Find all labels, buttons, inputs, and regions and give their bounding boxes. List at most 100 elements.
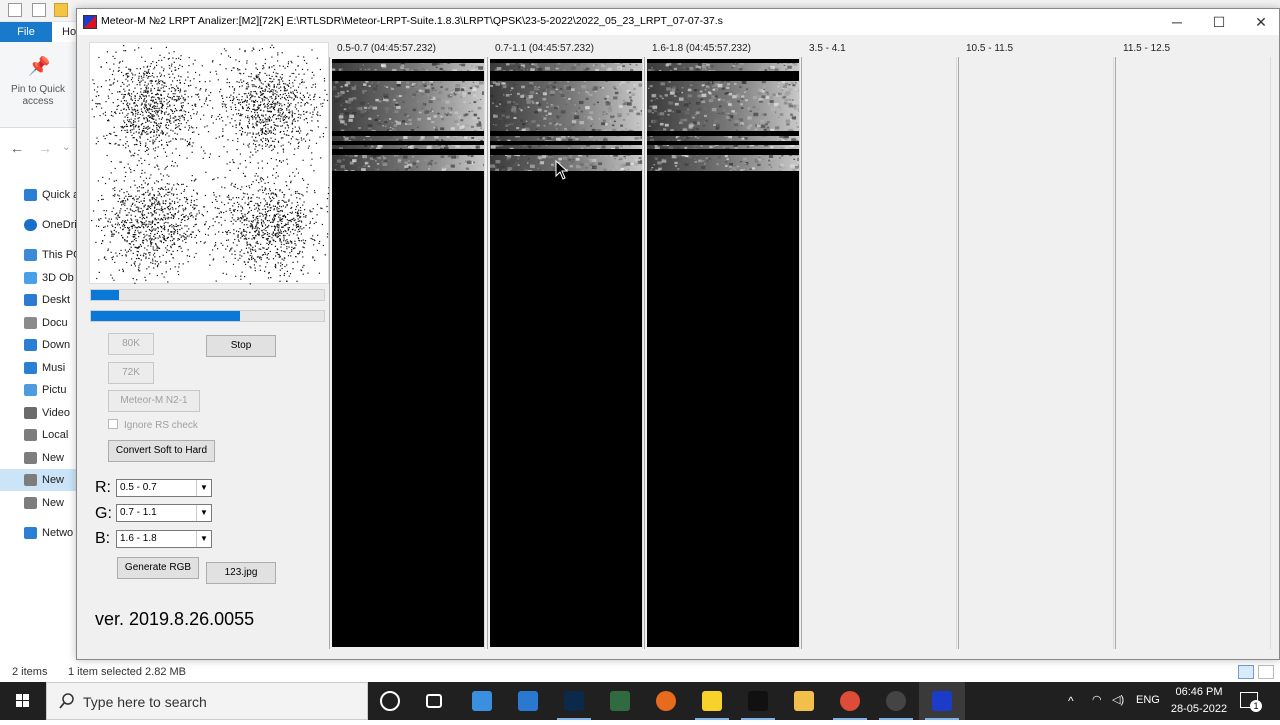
green-channel-select[interactable]: 0.7 - 1.1 ▼ <box>116 504 212 522</box>
dropdown-arrow-icon[interactable]: ▼ <box>196 505 211 521</box>
wifi-icon[interactable]: ◠ <box>1092 693 1102 706</box>
forward-arrow-icon[interactable]: → <box>38 140 52 156</box>
stop-button[interactable]: Stop <box>206 335 276 357</box>
checkbox-box[interactable] <box>108 419 118 429</box>
taskbar-app-app[interactable] <box>597 682 643 720</box>
nav-item[interactable]: New <box>0 469 76 491</box>
channel-panel-2: 0.7-1.1 (04:45:57.232) <box>487 43 643 651</box>
minimize-button[interactable]: ─ <box>1155 9 1199 35</box>
signal-progress-bar <box>90 289 325 301</box>
tray-chevron-up-icon[interactable]: ^ <box>1068 694 1074 708</box>
back-arrow-icon[interactable]: ← <box>10 140 24 156</box>
large-icons-view-icon[interactable] <box>1258 665 1274 679</box>
home-tab[interactable]: Ho <box>62 22 76 42</box>
network-icon <box>24 527 37 539</box>
taskbar-app-file-explorer[interactable] <box>781 682 827 720</box>
desktop-icon <box>24 294 37 306</box>
nav-item[interactable]: 3D Ob <box>0 267 76 289</box>
title-bar[interactable]: Meteor-M №2 LRPT Analizer:[M2][72K] E:\R… <box>77 9 1279 35</box>
dropdown-arrow-icon[interactable]: ▼ <box>196 531 211 547</box>
search-placeholder: Type here to search <box>83 694 207 710</box>
nav-item[interactable]: Docu <box>0 312 76 334</box>
nav-item-label: This PC <box>42 244 76 266</box>
green-channel-value: 0.7 - 1.1 <box>120 507 157 518</box>
taskbar-app-sticky-notes[interactable] <box>689 682 735 720</box>
start-button[interactable] <box>0 682 46 720</box>
file-progress-fill <box>91 311 240 321</box>
nav-item-label: Deskt <box>42 289 70 311</box>
red-channel-value: 0.5 - 0.7 <box>120 482 157 493</box>
taskbar-app-task-view[interactable] <box>413 682 459 720</box>
generate-rgb-button[interactable]: Generate RGB <box>117 557 199 579</box>
nav-item[interactable]: Quick a <box>0 184 76 206</box>
nav-item-label: Local <box>42 424 68 446</box>
taskbar-app-store[interactable] <box>459 682 505 720</box>
taskbar-search-box[interactable]: Type here to search <box>46 682 368 720</box>
volume-icon[interactable]: ◁) <box>1112 693 1124 706</box>
taskbar-app-analyzer[interactable] <box>919 682 965 720</box>
nav-item-label: New <box>42 447 64 469</box>
taskbar-app-terminal[interactable] <box>735 682 781 720</box>
nav-item-label: OneDri <box>42 214 76 236</box>
taskbar-app-photoshop[interactable] <box>551 682 597 720</box>
checkmark-icon[interactable] <box>32 3 46 17</box>
red-channel-select[interactable]: 0.5 - 0.7 ▼ <box>116 479 212 497</box>
satellite-image-strip <box>647 59 799 647</box>
nav-item[interactable]: Down <box>0 334 76 356</box>
document-icon <box>24 317 37 329</box>
signal-progress-fill <box>91 290 119 300</box>
close-button[interactable]: ✕ <box>1239 9 1280 35</box>
nav-item[interactable]: Netwo <box>0 522 76 544</box>
channel-panel-1: 0.5-0.7 (04:45:57.232) <box>329 43 485 651</box>
nav-item[interactable]: Pictu <box>0 379 76 401</box>
channel-panel-3: 1.6-1.8 (04:45:57.232) <box>644 43 800 651</box>
nav-item[interactable]: Musi <box>0 357 76 379</box>
nav-item[interactable]: New <box>0 492 76 514</box>
channel-image <box>490 59 642 647</box>
task-view-icon <box>426 694 442 708</box>
output-filename-button[interactable]: 123.jpg <box>206 562 276 584</box>
channel-frame <box>801 57 957 649</box>
chevron-down-icon[interactable]: ⌄ <box>62 142 70 153</box>
dropdown-arrow-icon[interactable]: ▼ <box>196 480 211 496</box>
72k-button[interactable]: 72K <box>108 362 154 384</box>
cloud-icon <box>24 219 37 231</box>
nav-item[interactable]: New <box>0 447 76 469</box>
taskbar-app-chrome[interactable] <box>827 682 873 720</box>
blue-channel-select[interactable]: 1.6 - 1.8 ▼ <box>116 530 212 548</box>
nav-item-label: New <box>42 469 64 491</box>
80k-button[interactable]: 80K <box>108 333 154 355</box>
drive-icon <box>24 474 37 486</box>
channel-title: 0.5-0.7 (04:45:57.232) <box>337 43 436 54</box>
drive-icon <box>24 497 37 509</box>
details-view-icon[interactable] <box>1238 665 1254 679</box>
taskbar-app-firefox[interactable] <box>643 682 689 720</box>
nav-item-label: 3D Ob <box>42 267 74 289</box>
nav-item[interactable]: This PC <box>0 244 76 266</box>
constellation-scatter <box>90 43 330 285</box>
channel-panel-6: 11.5 - 12.5 <box>1115 43 1271 651</box>
clock-time[interactable]: 06:46 PM <box>1170 686 1228 698</box>
clock-date[interactable]: 28-05-2022 <box>1170 703 1228 715</box>
language-indicator[interactable]: ENG <box>1136 694 1160 706</box>
pin-to-quick-access-button[interactable]: 📌 Pin to Quick access <box>0 42 76 128</box>
nav-item[interactable]: Local <box>0 424 76 446</box>
taskbar-app-mail[interactable] <box>505 682 551 720</box>
folder-icon[interactable] <box>54 3 68 17</box>
nav-item[interactable]: OneDri <box>0 214 76 236</box>
convert-soft-to-hard-button[interactable]: Convert Soft to Hard <box>108 440 215 462</box>
meteor-m-n2-1-button[interactable]: Meteor-M N2-1 <box>108 390 200 412</box>
channel-title: 0.7-1.1 (04:45:57.232) <box>495 43 594 54</box>
properties-icon[interactable] <box>8 3 22 17</box>
taskbar-app-clock-app[interactable] <box>873 682 919 720</box>
search-icon <box>59 693 75 709</box>
nav-item-label: Pictu <box>42 379 66 401</box>
taskbar-app-cortana[interactable] <box>367 682 413 720</box>
nav-item[interactable]: Video <box>0 402 76 424</box>
nav-item[interactable]: Deskt <box>0 289 76 311</box>
file-tab[interactable]: File <box>0 22 52 42</box>
notification-count: 1 <box>1250 700 1262 712</box>
star-icon <box>24 189 37 201</box>
ignore-rs-checkbox[interactable]: Ignore RS check <box>108 419 198 431</box>
maximize-button[interactable]: ☐ <box>1197 9 1241 35</box>
